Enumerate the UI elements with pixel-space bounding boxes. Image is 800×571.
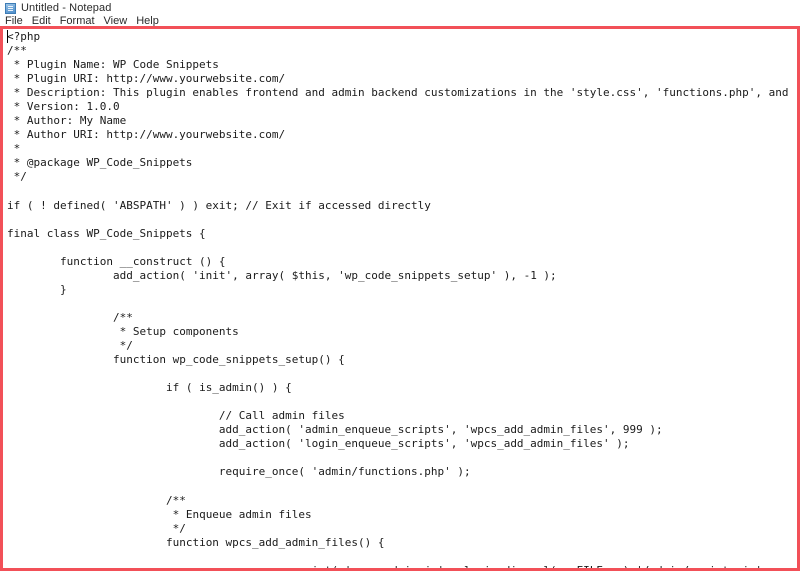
title-bar: Untitled - Notepad xyxy=(0,0,800,14)
highlight-rectangle: <?php /** * Plugin Name: WP Code Snippet… xyxy=(0,26,800,571)
notepad-icon xyxy=(5,2,16,14)
text-editor-area[interactable]: <?php /** * Plugin Name: WP Code Snippet… xyxy=(3,29,797,568)
notepad-window: Untitled - Notepad File Edit Format View… xyxy=(0,0,800,571)
text-caret xyxy=(7,30,8,43)
window-title: Untitled - Notepad xyxy=(21,2,112,14)
code-content[interactable]: <?php /** * Plugin Name: WP Code Snippet… xyxy=(7,30,797,568)
